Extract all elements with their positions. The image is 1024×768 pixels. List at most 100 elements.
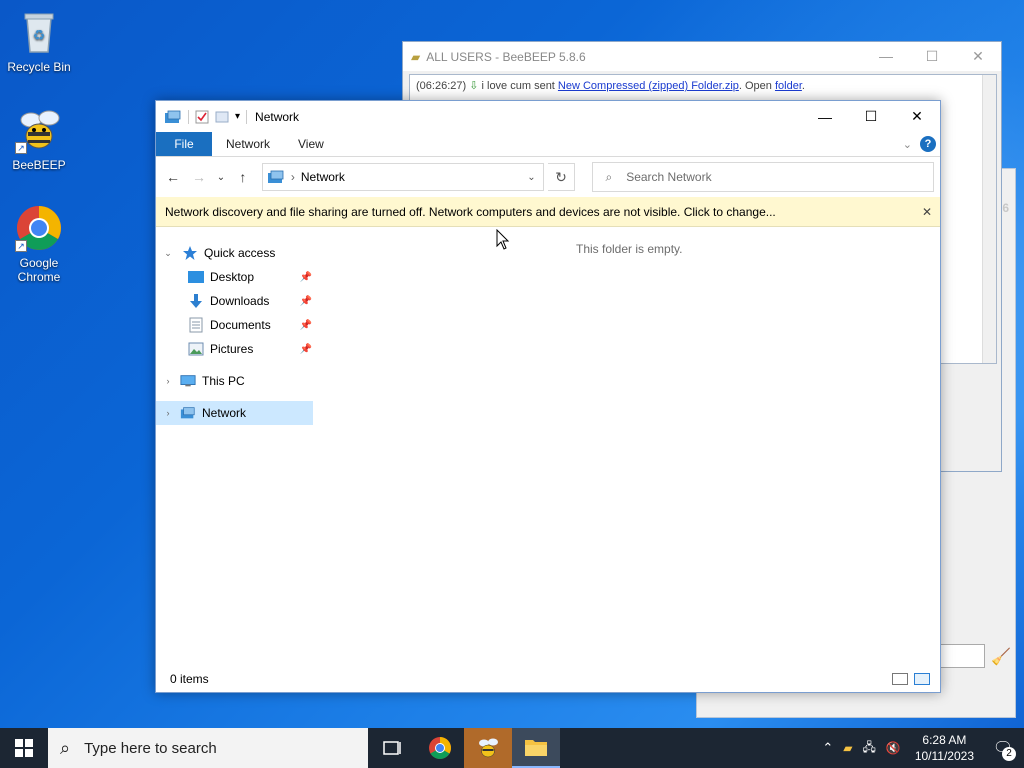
- navigation-pane: ⌄ Quick access Desktop 📌 Downloads 📌 Doc: [156, 241, 316, 425]
- clock-date: 10/11/2023: [914, 749, 974, 763]
- taskbar-chrome[interactable]: [416, 728, 464, 768]
- back-arrow-icon[interactable]: ←: [162, 166, 184, 188]
- help-icon[interactable]: ?: [920, 136, 936, 152]
- file-link[interactable]: New Compressed (zipped) Folder.zip: [558, 80, 739, 92]
- search-placeholder: Search Network: [626, 170, 712, 184]
- new-folder-icon[interactable]: [215, 110, 229, 124]
- up-arrow-icon[interactable]: ↑: [232, 166, 254, 188]
- tree-item-label: Quick access: [204, 246, 276, 260]
- search-icon: ⌕: [60, 737, 71, 758]
- tree-item-network[interactable]: › Network: [156, 401, 313, 425]
- tab-view[interactable]: View: [284, 132, 338, 156]
- status-bar: 0 items: [156, 666, 940, 692]
- expand-chevron-icon[interactable]: ›: [162, 408, 174, 418]
- pin-icon[interactable]: 📌: [300, 296, 312, 307]
- pin-icon[interactable]: 📌: [300, 272, 312, 283]
- maximize-button[interactable]: ☐: [848, 101, 894, 132]
- tree-item-this-pc[interactable]: › This PC: [156, 369, 316, 393]
- clock-time: 6:28 AM: [922, 733, 967, 747]
- tree-item-downloads[interactable]: Downloads 📌: [156, 289, 316, 313]
- maximize-button[interactable]: ☐: [909, 48, 955, 65]
- forward-arrow-icon[interactable]: →: [188, 166, 210, 188]
- collapse-chevron-icon[interactable]: ⌄: [162, 248, 174, 259]
- folder-link[interactable]: folder: [775, 80, 802, 92]
- recent-locations-chevron-icon[interactable]: ⌄: [214, 166, 228, 188]
- show-hidden-icons-chevron-icon[interactable]: ⌃: [822, 740, 833, 756]
- network-discovery-infobar[interactable]: Network discovery and file sharing are t…: [156, 197, 940, 227]
- desktop-icon-recycle-bin[interactable]: ♻ Recycle Bin: [0, 8, 78, 74]
- network-location-icon: [267, 170, 284, 183]
- chat-scrollbar[interactable]: [982, 75, 996, 363]
- tree-item-label: This PC: [202, 374, 245, 388]
- ribbon-tabs: File Network View ⌄ ?: [156, 132, 940, 157]
- tray-folder-icon[interactable]: ▰: [843, 741, 852, 755]
- breadcrumb-chevron-icon[interactable]: ›: [291, 170, 295, 184]
- close-button[interactable]: ✕: [955, 48, 1001, 65]
- shortcut-arrow-icon: ↗: [15, 142, 27, 154]
- pin-icon[interactable]: 📌: [300, 344, 312, 355]
- desktop-icon-label: Recycle Bin: [7, 60, 71, 74]
- download-arrow-icon: [188, 293, 204, 309]
- tree-item-label: Pictures: [210, 342, 254, 356]
- star-icon: [182, 245, 198, 261]
- quick-access-toolbar: ▾: [164, 109, 248, 124]
- taskbar-file-explorer[interactable]: [512, 728, 560, 768]
- network-status-icon[interactable]: 🖧: [862, 738, 875, 759]
- explorer-titlebar[interactable]: ▾ Network — ☐ ✕: [156, 101, 940, 132]
- task-view-button[interactable]: [368, 728, 416, 768]
- clear-broom-icon[interactable]: 🧹: [991, 647, 1011, 667]
- infobar-message[interactable]: Network discovery and file sharing are t…: [165, 205, 776, 219]
- log-text: i love cum sent: [481, 80, 558, 92]
- volume-muted-icon[interactable]: 🔇: [886, 741, 901, 755]
- infobar-close-icon[interactable]: ✕: [922, 205, 932, 219]
- tree-item-label: Documents: [210, 318, 271, 332]
- minimize-button[interactable]: —: [802, 101, 848, 132]
- chrome-icon: [429, 737, 451, 759]
- tree-item-quick-access[interactable]: ⌄ Quick access: [156, 241, 316, 265]
- properties-icon[interactable]: [195, 110, 209, 124]
- tab-file[interactable]: File: [156, 132, 212, 156]
- details-view-icon[interactable]: [892, 673, 908, 685]
- desktop-icon-beebeep[interactable]: ↗ BeeBEEP: [0, 106, 78, 172]
- minimize-button[interactable]: —: [863, 48, 909, 65]
- tree-item-pictures[interactable]: Pictures 📌: [156, 337, 316, 361]
- tab-network[interactable]: Network: [212, 132, 284, 156]
- expand-chevron-icon[interactable]: ›: [162, 376, 174, 386]
- action-center-button[interactable]: 🗨 2: [988, 728, 1018, 768]
- notification-count-badge: 2: [1002, 747, 1016, 761]
- search-icon: ⌕: [605, 169, 613, 184]
- expand-ribbon-chevron-icon[interactable]: ⌄: [903, 138, 912, 151]
- log-time: (06:26:27): [416, 80, 467, 92]
- file-explorer-window[interactable]: ▾ Network — ☐ ✕ File Network View ⌄ ? ← …: [155, 100, 941, 693]
- navigation-bar: ← → ⌄ ↑ › Network ⌄ ↻ ⌕ Search Network: [156, 157, 940, 197]
- clock[interactable]: 6:28 AM 10/11/2023: [911, 732, 978, 764]
- tree-item-label: Desktop: [210, 270, 255, 284]
- tree-item-documents[interactable]: Documents 📌: [156, 313, 316, 337]
- toolbar-divider: [188, 109, 189, 124]
- chat-input[interactable]: [937, 644, 985, 668]
- pin-icon[interactable]: 📌: [300, 320, 312, 331]
- network-folder-icon: [165, 110, 181, 123]
- desktop-icon-chrome[interactable]: ↗ Google Chrome: [0, 204, 78, 284]
- taskbar-search-box[interactable]: ⌕ Type here to search: [48, 728, 368, 768]
- breadcrumb-network[interactable]: Network: [301, 170, 345, 184]
- taskbar-beebeep[interactable]: [464, 728, 512, 768]
- search-box[interactable]: ⌕ Search Network: [592, 162, 934, 192]
- start-button[interactable]: [0, 728, 48, 768]
- windows-logo-icon: [15, 739, 33, 757]
- address-bar[interactable]: › Network ⌄: [261, 163, 544, 191]
- taskbar-search-placeholder: Type here to search: [84, 739, 217, 757]
- beebeep-app-icon: ▰: [411, 49, 421, 64]
- tree-item-desktop[interactable]: Desktop 📌: [156, 265, 316, 289]
- address-dropdown-chevron-icon[interactable]: ⌄: [521, 164, 543, 190]
- beebeep-titlebar[interactable]: ▰ ALL USERS - BeeBEEP 5.8.6 — ☐ ✕: [403, 42, 1001, 71]
- computer-icon: [180, 373, 196, 389]
- customize-toolbar-chevron-icon[interactable]: ▾: [235, 111, 240, 122]
- mouse-pointer-icon: [496, 229, 510, 250]
- empty-folder-message: This folder is empty.: [576, 242, 683, 256]
- refresh-icon[interactable]: ↻: [547, 163, 576, 191]
- item-count: 0 items: [170, 672, 209, 686]
- log-open-text: . Open: [738, 80, 775, 92]
- close-button[interactable]: ✕: [894, 101, 940, 132]
- large-icons-view-icon[interactable]: [914, 673, 930, 685]
